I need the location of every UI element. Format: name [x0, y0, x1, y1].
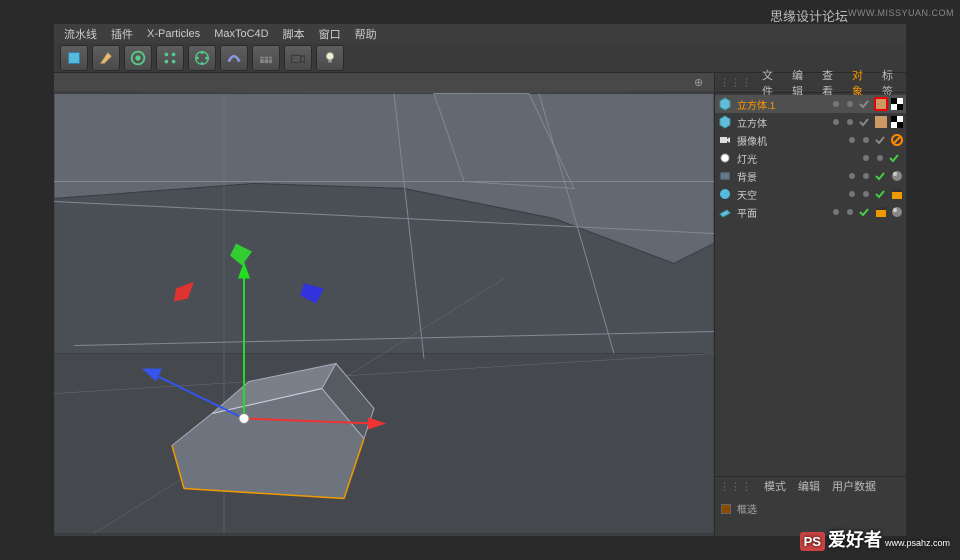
visibility-render-toggle-icon[interactable]	[860, 134, 872, 146]
object-type-icon	[717, 132, 733, 148]
watermark-forum: 思缘设计论坛	[770, 6, 848, 25]
enable-check-icon[interactable]	[874, 170, 886, 182]
attr-menu-edit[interactable]: 编辑	[798, 478, 820, 494]
visibility-render-toggle-icon[interactable]	[874, 152, 886, 164]
menu-window[interactable]: 窗口	[319, 26, 341, 42]
main-menubar[interactable]: 流水线 插件 X-Particles MaxToC4D 脚本 窗口 帮助	[54, 24, 906, 43]
tool-camera[interactable]	[284, 45, 312, 71]
compositing-tag-icon[interactable]	[890, 115, 904, 129]
tool-array[interactable]	[156, 45, 184, 71]
texture-tag-icon[interactable]	[874, 97, 888, 111]
viewport-3d[interactable]	[54, 91, 714, 536]
object-name-label: 平面	[737, 205, 830, 220]
enable-check-icon[interactable]	[858, 206, 870, 218]
visibility-toggle-icon[interactable]	[846, 170, 858, 182]
object-name-label: 立方体.1	[737, 97, 830, 112]
visibility-render-toggle-icon[interactable]	[844, 206, 856, 218]
tool-light[interactable]	[316, 45, 344, 71]
object-type-icon	[717, 96, 733, 112]
menu-help[interactable]: 帮助	[355, 26, 377, 42]
tool-floor[interactable]	[252, 45, 280, 71]
visibility-render-toggle-icon[interactable]	[860, 188, 872, 200]
menu-script[interactable]: 脚本	[283, 26, 305, 42]
tool-subdiv[interactable]	[124, 45, 152, 71]
attr-menu-userdata[interactable]: 用户数据	[832, 478, 876, 494]
object-type-icon	[717, 186, 733, 202]
menu-xparticles[interactable]: X-Particles	[147, 28, 200, 40]
object-manager-menu[interactable]: ⋮⋮⋮ 文件 编辑 查看 对象 标签	[715, 73, 906, 93]
menu-maxtoc4d[interactable]: MaxToC4D	[214, 28, 268, 40]
object-list[interactable]: 立方体.1 立方体摄像机灯光背景天空平面	[715, 93, 906, 476]
attr-label: 框选	[737, 501, 757, 516]
menu-pipeline[interactable]: 流水线	[64, 26, 97, 42]
object-type-icon	[717, 114, 733, 130]
object-name-label: 摄像机	[737, 133, 846, 148]
object-type-icon	[717, 150, 733, 166]
compositing-tag-icon[interactable]	[890, 97, 904, 111]
object-name-label: 天空	[737, 187, 846, 202]
texture-tag-icon[interactable]	[874, 115, 888, 129]
tool-cube[interactable]	[60, 45, 88, 71]
protection-tag-icon[interactable]	[890, 133, 904, 147]
menu-plugins[interactable]: 插件	[111, 26, 133, 42]
visibility-toggle-icon[interactable]	[830, 206, 842, 218]
visibility-render-toggle-icon[interactable]	[844, 116, 856, 128]
object-row[interactable]: 立方体.1	[715, 95, 906, 113]
visibility-render-toggle-icon[interactable]	[844, 98, 856, 110]
attribute-content: 框选	[715, 495, 906, 522]
enable-check-icon[interactable]	[888, 152, 900, 164]
object-name-label: 背景	[737, 169, 846, 184]
watermark-url: WWW.MISSYUAN.COM	[848, 8, 954, 18]
material-tag-icon[interactable]	[890, 169, 904, 183]
viewport-controls[interactable]: ⊕ ⇔ ↻ ▢	[694, 76, 706, 88]
tool-pen[interactable]	[92, 45, 120, 71]
tool-clone[interactable]	[188, 45, 216, 71]
viewport-header: ⊕ ⇔ ↻ ▢	[54, 73, 714, 91]
enable-check-icon[interactable]	[874, 134, 886, 146]
material-tag-icon[interactable]	[890, 205, 904, 219]
object-row[interactable]: 摄像机	[715, 131, 906, 149]
visibility-render-toggle-icon[interactable]	[860, 170, 872, 182]
attr-menu-mode[interactable]: 模式	[764, 478, 786, 494]
attribute-manager-menu[interactable]: ⋮⋮⋮ 模式 编辑 用户数据	[715, 477, 906, 495]
object-type-icon	[717, 204, 733, 220]
object-row[interactable]: 平面	[715, 203, 906, 221]
render-tag-icon[interactable]	[890, 187, 904, 201]
render-tag-icon[interactable]	[874, 205, 888, 219]
enable-check-icon[interactable]	[858, 116, 870, 128]
object-row[interactable]: 背景	[715, 167, 906, 185]
object-row[interactable]: 立方体	[715, 113, 906, 131]
enable-check-icon[interactable]	[874, 188, 886, 200]
object-name-label: 灯光	[737, 151, 860, 166]
enable-check-icon[interactable]	[858, 98, 870, 110]
visibility-toggle-icon[interactable]	[830, 98, 842, 110]
visibility-toggle-icon[interactable]	[860, 152, 872, 164]
object-type-icon	[717, 168, 733, 184]
visibility-toggle-icon[interactable]	[846, 188, 858, 200]
object-row[interactable]: 天空	[715, 185, 906, 203]
visibility-toggle-icon[interactable]	[830, 116, 842, 128]
tool-bend[interactable]	[220, 45, 248, 71]
visibility-toggle-icon[interactable]	[846, 134, 858, 146]
attr-checkbox[interactable]	[721, 504, 731, 514]
object-name-label: 立方体	[737, 115, 830, 130]
object-row[interactable]: 灯光	[715, 149, 906, 167]
watermark-brand: PS 爱好者 www.psahz.com	[800, 526, 950, 552]
